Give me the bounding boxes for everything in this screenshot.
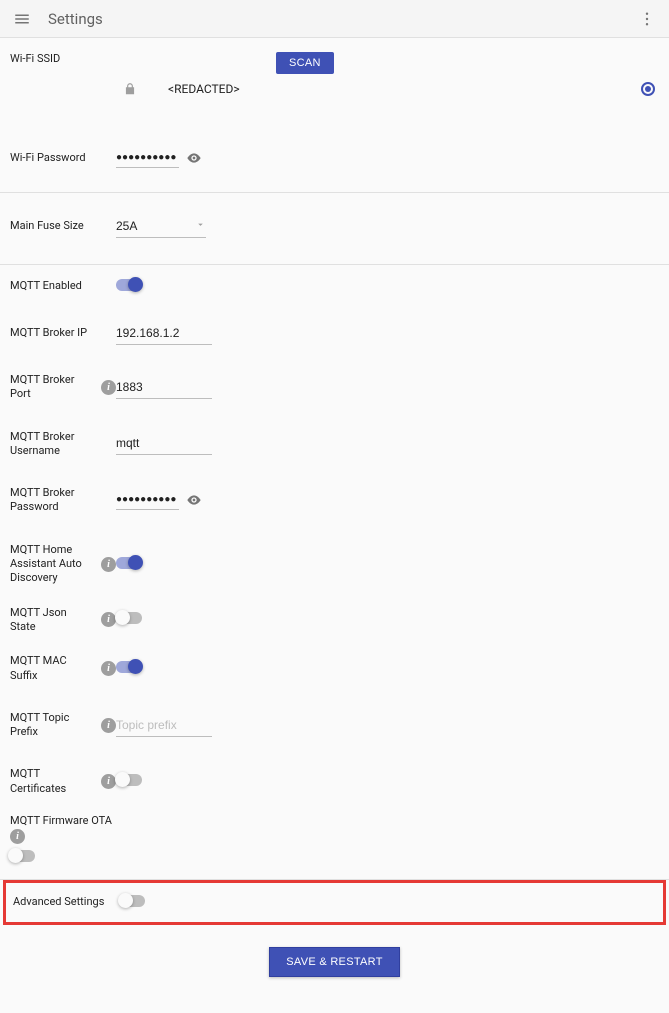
advanced-settings-highlight: Advanced Settings bbox=[3, 880, 666, 925]
wifi-ssid-label: Wi-Fi SSID bbox=[10, 52, 116, 66]
save-restart-button[interactable]: SAVE & RESTART bbox=[269, 947, 400, 977]
mqtt-mac-suffix-label: MQTT MAC Suffix i bbox=[10, 654, 116, 683]
page-title: Settings bbox=[48, 10, 103, 28]
menu-icon[interactable] bbox=[10, 7, 34, 31]
mqtt-ha-discovery-toggle[interactable] bbox=[116, 557, 142, 569]
mqtt-topic-prefix-input[interactable] bbox=[116, 714, 212, 737]
info-icon[interactable]: i bbox=[101, 380, 116, 395]
info-icon[interactable]: i bbox=[101, 557, 116, 572]
advanced-settings-label: Advanced Settings bbox=[13, 895, 119, 909]
mqtt-json-state-label: MQTT Json State i bbox=[10, 606, 116, 635]
mqtt-ha-discovery-label: MQTT Home Assistant Auto Discovery i bbox=[10, 543, 116, 586]
ssid-radio[interactable] bbox=[641, 82, 655, 96]
mqtt-broker-port-input[interactable] bbox=[116, 376, 212, 399]
mqtt-username-label: MQTT Broker Username bbox=[10, 430, 116, 459]
mqtt-certificates-label: MQTT Certificates i bbox=[10, 767, 116, 796]
advanced-settings-toggle[interactable] bbox=[119, 895, 145, 907]
mqtt-broker-ip-input[interactable] bbox=[116, 322, 212, 345]
mqtt-firmware-ota-toggle[interactable] bbox=[9, 850, 35, 862]
scan-button[interactable]: SCAN bbox=[276, 52, 334, 74]
mqtt-json-state-toggle[interactable] bbox=[116, 612, 142, 624]
mqtt-enabled-label: MQTT Enabled bbox=[10, 279, 116, 293]
mqtt-password-input[interactable] bbox=[116, 490, 179, 510]
mqtt-firmware-ota-label: MQTT Firmware OTA bbox=[10, 814, 659, 827]
mqtt-password-label: MQTT Broker Password bbox=[10, 486, 116, 515]
eye-icon[interactable] bbox=[185, 149, 203, 167]
info-icon[interactable]: i bbox=[101, 718, 116, 733]
mqtt-certificates-toggle[interactable] bbox=[116, 774, 142, 786]
mqtt-username-input[interactable] bbox=[116, 432, 212, 455]
eye-icon[interactable] bbox=[185, 491, 203, 509]
mqtt-broker-port-label: MQTT Broker Port i bbox=[10, 373, 116, 402]
fuse-size-select[interactable] bbox=[116, 215, 206, 238]
mqtt-broker-ip-label: MQTT Broker IP bbox=[10, 326, 116, 340]
info-icon[interactable]: i bbox=[101, 661, 116, 676]
wifi-ssid-value: <REDACTED> bbox=[168, 82, 641, 96]
info-icon[interactable]: i bbox=[10, 829, 25, 844]
info-icon[interactable]: i bbox=[101, 774, 116, 789]
mqtt-topic-prefix-label: MQTT Topic Prefix i bbox=[10, 711, 116, 740]
wifi-password-label: Wi-Fi Password bbox=[10, 151, 116, 165]
fuse-size-label: Main Fuse Size bbox=[10, 219, 116, 233]
lock-icon bbox=[116, 82, 144, 96]
more-icon[interactable] bbox=[635, 7, 659, 31]
mqtt-enabled-toggle[interactable] bbox=[116, 279, 142, 291]
fuse-size-value[interactable] bbox=[116, 215, 206, 238]
info-icon[interactable]: i bbox=[101, 612, 116, 627]
wifi-password-input[interactable] bbox=[116, 148, 179, 168]
mqtt-mac-suffix-toggle[interactable] bbox=[116, 661, 142, 673]
